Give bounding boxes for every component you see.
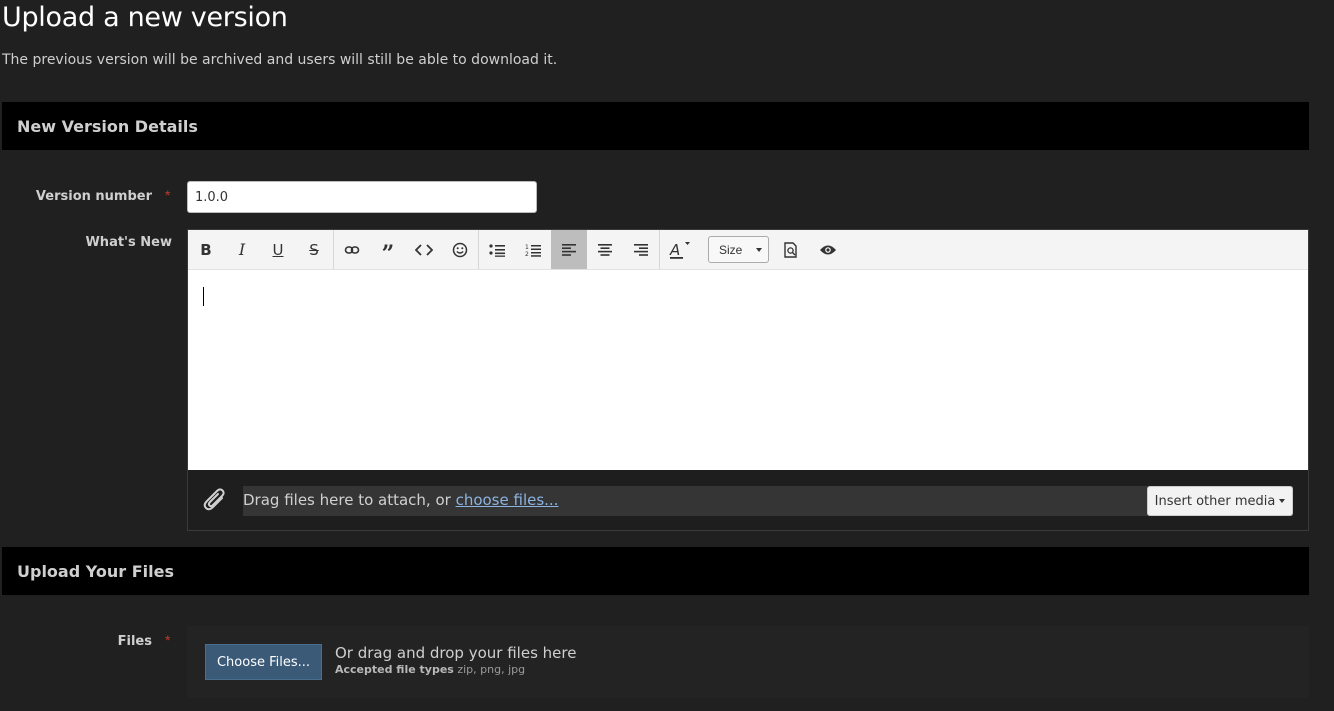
required-mark: * xyxy=(165,632,171,648)
text-cursor xyxy=(203,287,204,306)
accepted-file-types: Accepted file types zip, png, jpg xyxy=(335,663,525,676)
size-dropdown-label: Size xyxy=(719,242,743,257)
accepted-types-value: zip, png, jpg xyxy=(457,663,526,676)
required-mark: * xyxy=(165,187,171,203)
numbered-list-icon[interactable]: 12 xyxy=(515,230,551,269)
editor-toolbar: B I U S ” 12 A Size xyxy=(188,230,1308,270)
version-number-input[interactable] xyxy=(187,181,537,213)
attachment-bar: Drag files here to attach, or choose fil… xyxy=(188,470,1308,530)
file-upload-area[interactable]: Choose Files... Or drag and drop your fi… xyxy=(187,626,1309,698)
page-description: The previous version will be archived an… xyxy=(2,52,558,68)
section-header-files: Upload Your Files xyxy=(2,547,1309,595)
chevron-down-icon xyxy=(756,248,762,252)
link-icon[interactable] xyxy=(334,230,370,269)
accepted-types-label: Accepted file types xyxy=(335,663,454,676)
choose-files-link[interactable]: choose files... xyxy=(456,491,559,509)
page-title: Upload a new version xyxy=(2,2,288,33)
chevron-down-icon xyxy=(1279,499,1286,503)
rich-text-editor: B I U S ” 12 A Size Drag files here to a… xyxy=(187,229,1309,531)
text-color-icon[interactable]: A xyxy=(662,230,698,269)
preview-icon[interactable] xyxy=(773,230,809,269)
insert-other-media-label: Insert other media xyxy=(1154,493,1276,509)
svg-text:A: A xyxy=(669,241,680,259)
insert-other-media-button[interactable]: Insert other media xyxy=(1147,486,1293,516)
size-dropdown[interactable]: Size xyxy=(708,236,769,263)
section-header-details: New Version Details xyxy=(2,102,1309,150)
smiley-icon[interactable] xyxy=(442,230,478,269)
italic-icon[interactable]: I xyxy=(224,230,260,269)
whats-new-label: What's New xyxy=(85,235,172,250)
eye-icon[interactable] xyxy=(810,230,846,269)
bulleted-list-icon[interactable] xyxy=(479,230,515,269)
svg-text:1: 1 xyxy=(525,244,529,251)
bold-icon[interactable]: B xyxy=(188,230,224,269)
quote-icon[interactable]: ” xyxy=(370,230,406,269)
code-icon[interactable] xyxy=(406,230,442,269)
version-number-label: Version number xyxy=(35,189,152,204)
attachment-text: Drag files here to attach, or choose fil… xyxy=(243,491,558,509)
attachment-prompt: Drag files here to attach, or xyxy=(243,491,456,509)
underline-icon[interactable]: U xyxy=(260,230,296,269)
drop-files-text: Or drag and drop your files here xyxy=(335,644,577,662)
svg-text:2: 2 xyxy=(525,251,529,257)
editor-content[interactable] xyxy=(188,270,1308,470)
align-center-icon[interactable] xyxy=(587,230,623,269)
attachment-dropzone[interactable]: Drag files here to attach, or choose fil… xyxy=(243,486,1293,516)
choose-files-button[interactable]: Choose Files... xyxy=(205,644,322,680)
files-label: Files xyxy=(117,634,152,649)
paperclip-icon xyxy=(202,486,228,519)
align-left-icon[interactable] xyxy=(551,230,587,269)
strikethrough-icon[interactable]: S xyxy=(296,230,332,269)
align-right-icon[interactable] xyxy=(623,230,659,269)
